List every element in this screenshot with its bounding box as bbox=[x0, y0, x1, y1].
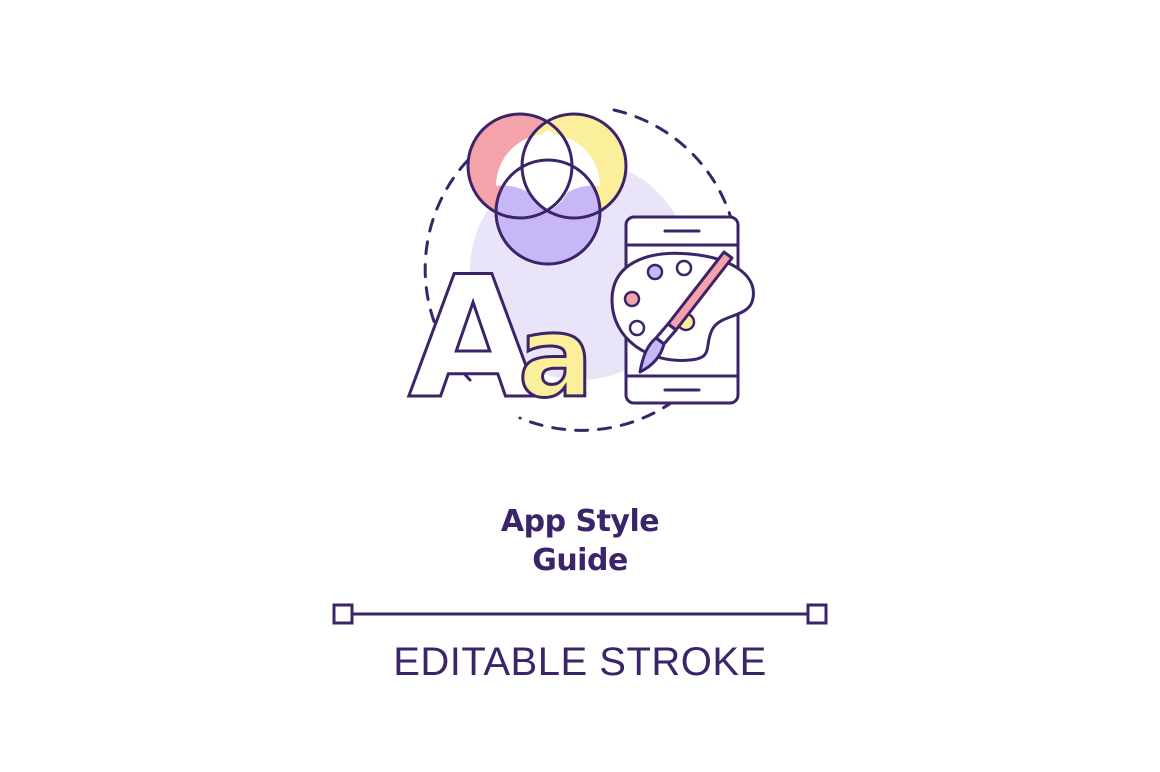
letter-lower-a: a bbox=[518, 293, 594, 423]
editable-stroke-caption: EDITABLE STROKE bbox=[393, 640, 767, 684]
title-line-1: App Style bbox=[500, 504, 660, 539]
editable-stroke-line-icon bbox=[332, 603, 828, 625]
title-line-2: Guide bbox=[532, 543, 628, 578]
